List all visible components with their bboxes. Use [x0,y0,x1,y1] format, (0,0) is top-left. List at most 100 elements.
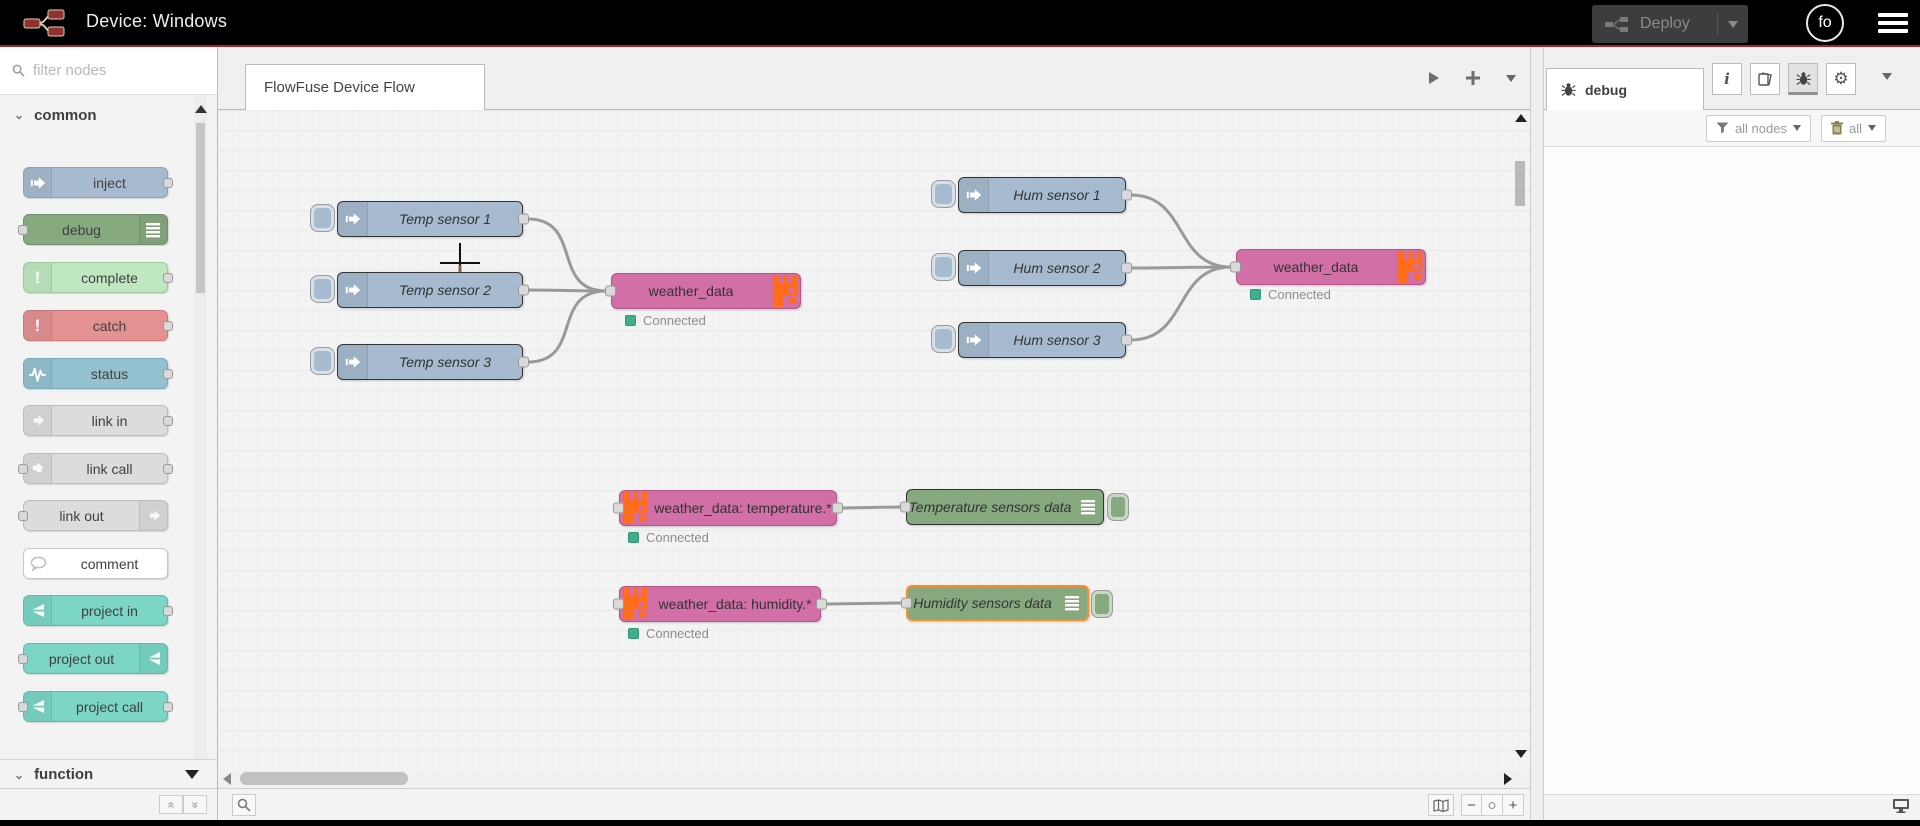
debug-tab-button[interactable] [1788,63,1818,95]
node-debug-humidity[interactable]: Humidity sensors data [901,585,1113,621]
output-port[interactable] [518,213,529,225]
debug-filter-button[interactable]: all nodes [1705,114,1811,142]
palette-node-link-call[interactable]: link call [18,453,173,484]
palette-node-project-in[interactable]: project in [23,595,173,626]
zoom-out-button[interactable]: − [1461,794,1482,816]
output-port[interactable] [1121,334,1132,346]
debug-toggle-button[interactable] [1091,590,1113,618]
palette-node-label: complete [81,269,138,286]
debug-toggle-button[interactable] [1107,493,1129,521]
output-port[interactable] [832,502,843,514]
flow-tab[interactable]: FlowFuse Device Flow [245,64,485,110]
debug-message-list[interactable] [1544,147,1920,794]
canvas-search-button[interactable] [232,794,256,816]
add-flow-icon[interactable] [1466,71,1480,85]
node-label: Hum sensor 1 [1013,187,1101,203]
node-debug-temperature[interactable]: Temperature sensors data [900,489,1129,525]
scroll-left-arrow[interactable] [223,773,231,785]
main-menu-button[interactable] [1878,13,1908,33]
palette-filter-input[interactable] [33,62,183,79]
deploy-options-caret[interactable] [1717,13,1738,35]
output-port[interactable] [816,598,827,610]
sidebar-tabs-caret[interactable] [1882,73,1892,80]
node-temp-sensor-1[interactable]: Temp sensor 1 [310,201,529,237]
palette-node-inject[interactable]: inject [23,167,173,198]
output-port[interactable] [1121,189,1132,201]
node-label: Hum sensor 2 [1013,260,1101,276]
sidebar-tab-debug[interactable]: debug [1546,68,1704,110]
canvas-horizontal-scrollbar[interactable] [218,770,1530,788]
palette-node-project-call[interactable]: project call [18,691,173,722]
inject-button[interactable] [931,253,956,281]
palette-node-complete[interactable]: ! complete [23,262,173,293]
palette-scrollbar[interactable] [194,95,207,759]
palette-node-project-out[interactable]: project out [18,643,168,674]
palette-category-function[interactable]: ⌄ function [0,759,217,789]
node-weather-data-right[interactable]: weather_data [1230,249,1426,285]
flow-list-caret[interactable] [1506,74,1516,82]
inject-button[interactable] [310,204,335,232]
inject-button[interactable] [931,325,956,353]
config-tab-button[interactable]: ⚙ [1826,63,1856,95]
palette-node-status[interactable]: status [23,358,173,389]
palette-node-label: status [90,365,129,382]
navigator-toggle-button[interactable] [1428,794,1454,816]
deploy-button[interactable]: Deploy [1592,5,1748,43]
input-port[interactable] [613,598,624,610]
node-label: Temp sensor 2 [398,282,492,298]
tab-scroll-right-icon[interactable] [1428,71,1440,85]
sidebar-tab-label: debug [1585,81,1627,98]
deploy-icon [1604,16,1630,32]
node-hum-sensor-1[interactable]: Hum sensor 1 [931,177,1132,213]
palette-node-catch[interactable]: ! catch [23,310,173,341]
scroll-down-arrow[interactable] [185,770,199,779]
node-hum-sensor-2[interactable]: Hum sensor 2 [931,250,1132,286]
output-port[interactable] [518,284,529,296]
input-port[interactable] [1230,261,1241,273]
scrollbar-thumb[interactable] [1515,161,1525,206]
palette-node-debug[interactable]: debug [18,214,168,245]
output-port [163,320,173,331]
node-weather-data-left[interactable]: weather_data [605,273,801,309]
scroll-up-arrow[interactable] [1515,114,1527,122]
input-port[interactable] [605,285,616,297]
palette-node-link-out[interactable]: link out [18,500,168,531]
node-hum-sensor-3[interactable]: Hum sensor 3 [931,322,1132,358]
node-temp-sensor-2[interactable]: Temp sensor 2 [310,272,529,308]
sidebar-tab-bar: debug i ⚙ [1544,47,1920,110]
palette-search[interactable] [0,47,217,95]
node-weather-data-temperature[interactable]: weather_data: temperature.* [613,490,843,526]
open-window-button[interactable] [1892,798,1910,814]
inject-button[interactable] [310,275,335,303]
expand-all-button[interactable]: » [183,795,207,814]
scroll-right-arrow[interactable] [1504,773,1512,785]
palette-node-link-in[interactable]: link in [23,405,173,436]
scroll-down-arrow[interactable] [1515,750,1527,758]
flow-tab-label: FlowFuse Device Flow [264,79,415,96]
scroll-up-arrow[interactable] [195,105,207,113]
scrollbar-thumb[interactable] [240,772,408,785]
sidebar-resize-handle[interactable] [1530,47,1544,820]
output-port[interactable] [518,356,529,368]
scrollbar-thumb[interactable] [196,123,205,293]
input-port[interactable] [900,501,911,513]
zoom-reset-button[interactable]: ○ [1482,794,1503,816]
canvas-vertical-scrollbar[interactable] [1512,110,1530,770]
user-avatar[interactable]: fo [1806,4,1844,42]
node-weather-data-humidity[interactable]: weather_data: humidity.* [613,586,827,622]
flow-canvas[interactable]: Temp sensor 1 Temp sensor 2 Temp sensor … [218,110,1530,770]
node-status: Connected [628,530,709,545]
collapse-all-button[interactable]: « [159,795,183,814]
palette-category-common[interactable]: ⌄ common [0,97,217,133]
input-port[interactable] [901,597,912,609]
inject-button[interactable] [310,347,335,375]
palette-node-comment[interactable]: comment [23,548,168,579]
inject-button[interactable] [931,180,956,208]
zoom-in-button[interactable]: + [1503,794,1524,816]
output-port[interactable] [1121,262,1132,274]
input-port[interactable] [613,502,624,514]
debug-clear-button[interactable]: all [1820,114,1886,142]
node-temp-sensor-3[interactable]: Temp sensor 3 [310,344,529,380]
info-tab-button[interactable]: i [1712,63,1742,95]
help-tab-button[interactable] [1750,63,1780,95]
